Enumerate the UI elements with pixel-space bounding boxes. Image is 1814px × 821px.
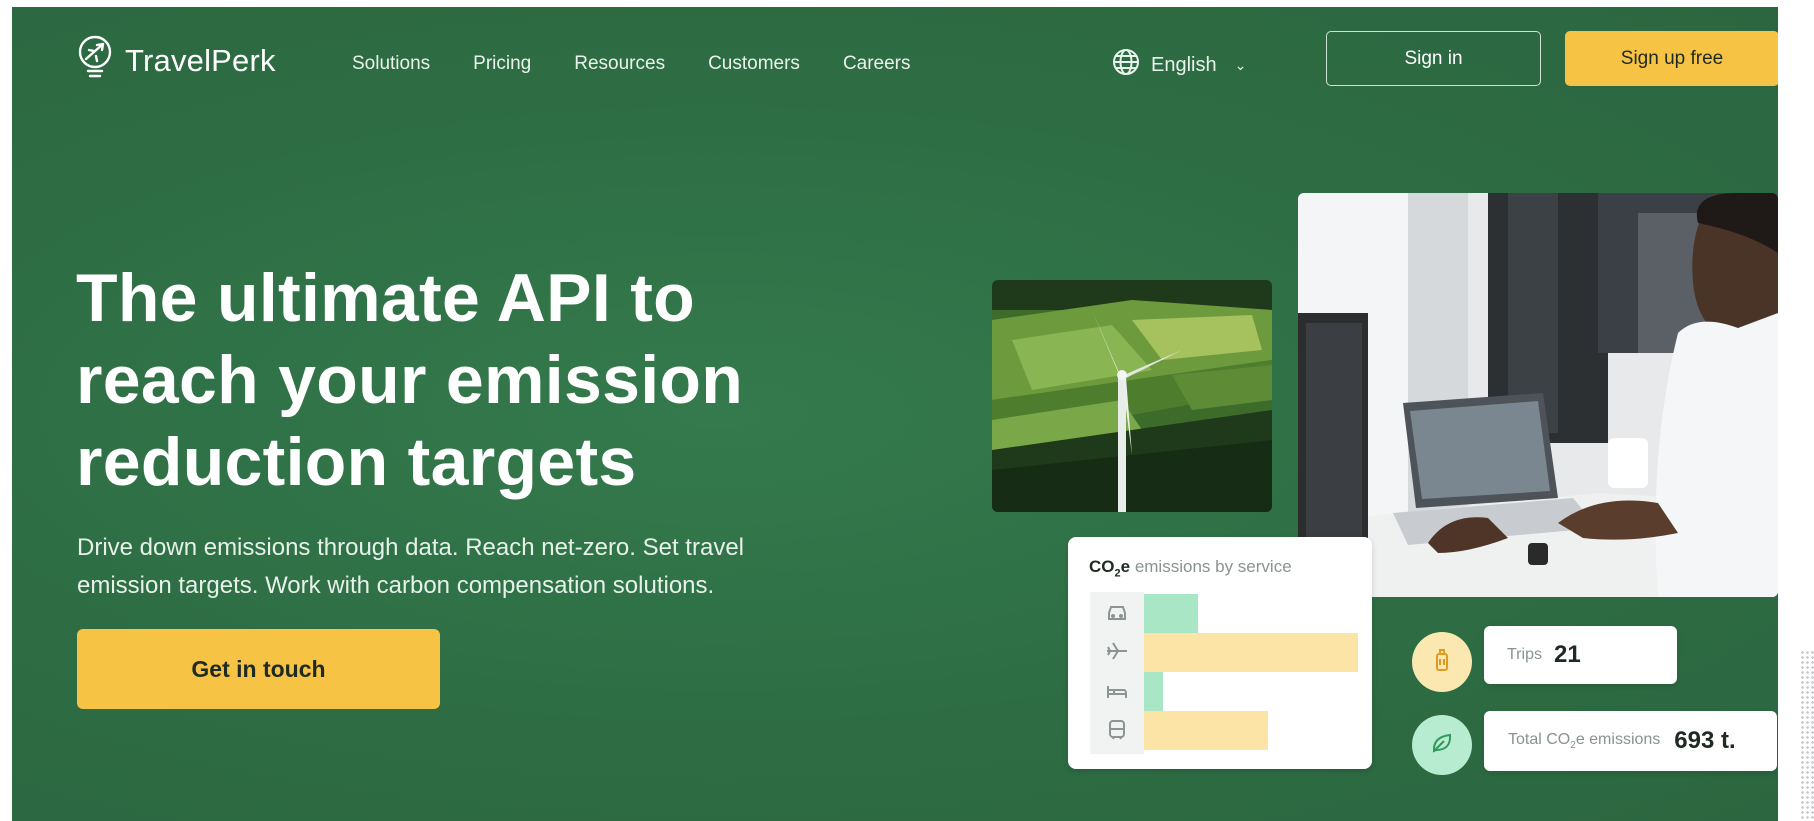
nav-solutions[interactable]: Solutions bbox=[352, 53, 430, 75]
globe-icon bbox=[1111, 47, 1141, 83]
car-icon bbox=[1104, 599, 1130, 625]
trips-stat: Trips 21 bbox=[1484, 626, 1677, 684]
main-nav: Solutions Pricing Resources Customers Ca… bbox=[352, 53, 911, 75]
train-icon bbox=[1104, 717, 1130, 743]
sign-up-button[interactable]: Sign up free bbox=[1565, 31, 1778, 86]
emission-bar-train bbox=[1144, 711, 1268, 750]
luggage-icon bbox=[1427, 645, 1457, 680]
wind-turbine-photo bbox=[992, 280, 1272, 512]
bed-icon bbox=[1104, 678, 1130, 704]
nav-customers[interactable]: Customers bbox=[708, 53, 800, 75]
emissions-card-title: CO2e emissions by service bbox=[1089, 557, 1292, 580]
hero-title: The ultimate API to reach your emission … bbox=[76, 260, 744, 500]
trips-circle bbox=[1412, 632, 1472, 692]
chevron-down-icon: ⌄ bbox=[1234, 56, 1247, 73]
language-label: English bbox=[1151, 53, 1217, 76]
get-in-touch-button[interactable]: Get in touch bbox=[77, 629, 440, 709]
brand-logo[interactable]: TravelPerk bbox=[75, 34, 276, 87]
sign-in-button[interactable]: Sign in bbox=[1326, 31, 1541, 86]
service-icon-column bbox=[1090, 592, 1144, 754]
plane-icon bbox=[1104, 638, 1130, 664]
hero-subtitle: Drive down emissions through data. Reach… bbox=[77, 534, 744, 599]
bulb-plane-icon bbox=[75, 34, 115, 87]
total-emissions-value: 693 t. bbox=[1674, 727, 1736, 754]
language-selector[interactable]: English ⌄ bbox=[1111, 47, 1246, 83]
emission-bar-car bbox=[1144, 594, 1198, 633]
office-photo bbox=[1298, 193, 1778, 597]
emission-bar-plane bbox=[1144, 633, 1358, 672]
hero-section: TravelPerk Solutions Pricing Resources C… bbox=[12, 7, 1778, 821]
leaf-icon bbox=[1427, 728, 1457, 763]
nav-careers[interactable]: Careers bbox=[843, 53, 911, 75]
emissions-circle bbox=[1412, 715, 1472, 775]
brand-name: TravelPerk bbox=[125, 42, 276, 78]
trips-label: Trips bbox=[1507, 646, 1542, 663]
emission-bar-bed bbox=[1144, 672, 1163, 711]
total-emissions-label: Total CO2e emissions bbox=[1508, 730, 1661, 752]
dotted-pattern bbox=[1800, 650, 1814, 820]
nav-resources[interactable]: Resources bbox=[574, 53, 665, 75]
total-emissions-stat: Total CO2e emissions 693 t. bbox=[1484, 711, 1777, 771]
trips-value: 21 bbox=[1553, 641, 1581, 668]
emissions-card: CO2e emissions by service bbox=[1068, 537, 1372, 769]
nav-pricing[interactable]: Pricing bbox=[473, 53, 531, 75]
